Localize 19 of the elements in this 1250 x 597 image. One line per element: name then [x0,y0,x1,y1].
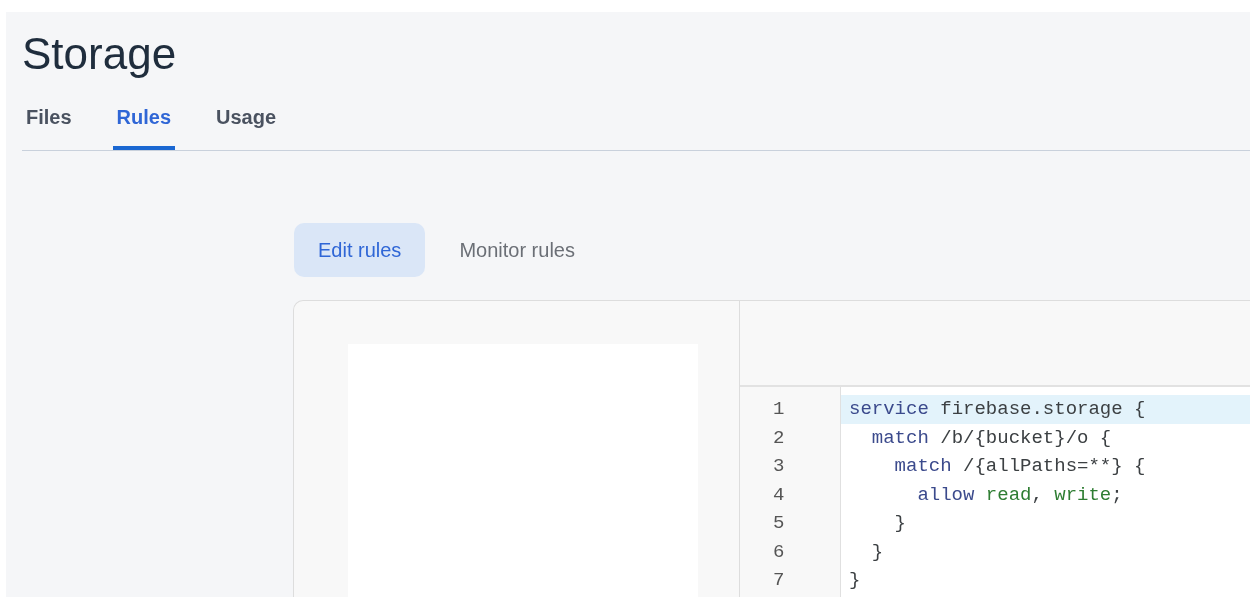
tab[interactable]: Files [22,102,76,150]
line-number: 7 [773,568,785,593]
line-number: 3 [773,454,785,479]
sub-tab[interactable]: Edit rules [294,223,426,277]
line-number: 4 [773,482,785,508]
code-line: match /{allPaths=**} { [893,454,1147,479]
code-line: } [870,539,885,565]
code-line: allow read, write; [916,482,1124,508]
code-line: } [893,511,907,536]
tab[interactable]: Usage [212,102,281,150]
code-line: match /b/{bucket}/o { [870,425,1113,451]
line-number: 5 [773,511,785,536]
page-title: Storage [22,32,177,76]
sub-tab[interactable]: Monitor rules [435,223,599,277]
tab[interactable]: Rules [112,102,176,150]
code-line: } [848,568,862,593]
line-number: 2 [773,425,785,451]
line-number: 6 [773,539,785,565]
line-number: 1 [773,397,785,422]
